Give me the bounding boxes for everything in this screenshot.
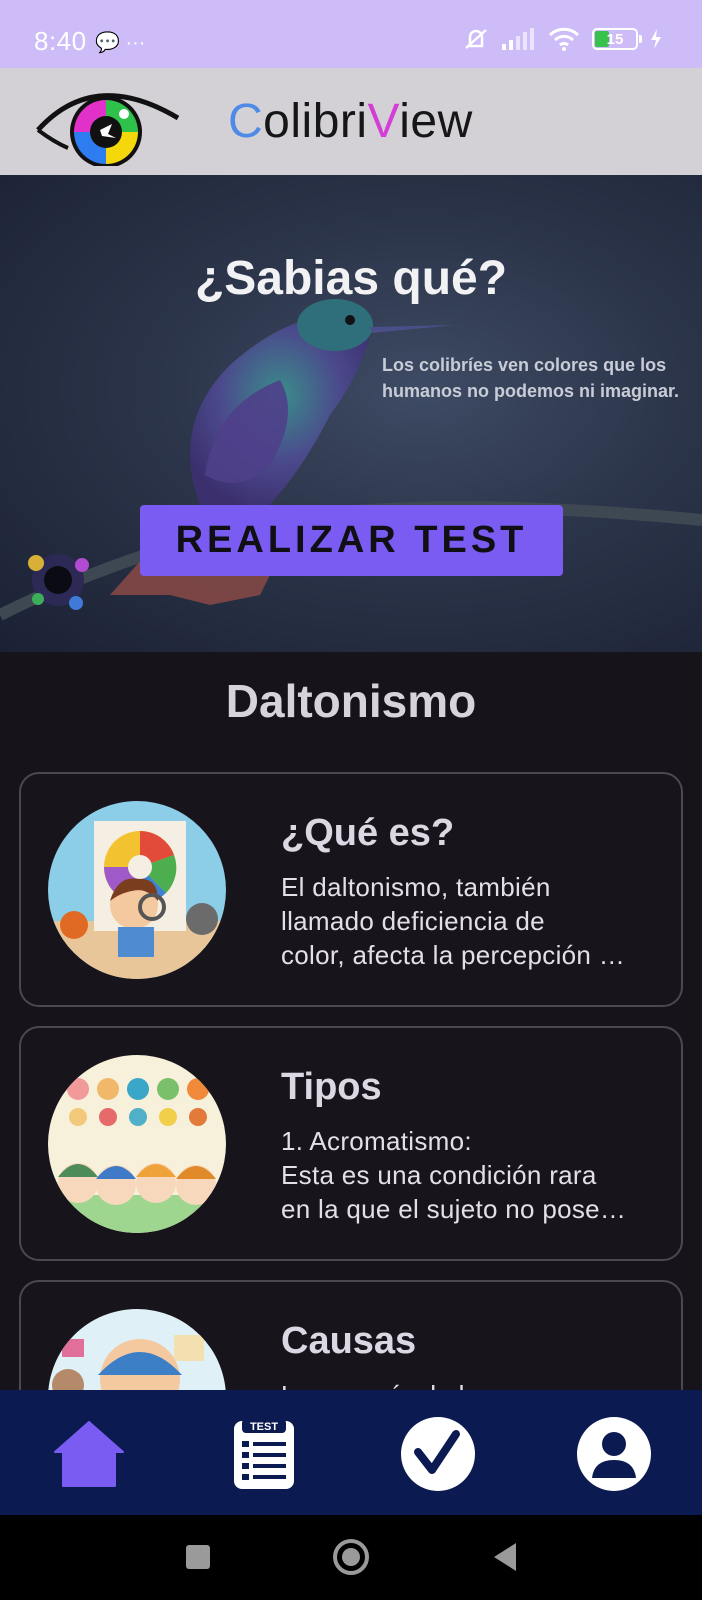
card-causes[interactable]: Causas La mayoría de las personas: [19, 1280, 683, 1390]
test-icon-label: TEST: [250, 1421, 278, 1433]
card-title: Causas: [281, 1320, 417, 1362]
card-list: ¿Qué es? El daltonismo, también llamado …: [0, 0, 702, 1390]
nav-results[interactable]: [400, 1416, 476, 1492]
card-types[interactable]: Tipos 1. Acromatismo: Esta es una condic…: [19, 1026, 683, 1261]
back-icon[interactable]: [486, 1537, 526, 1577]
card-title: Tipos: [281, 1066, 382, 1108]
home-button-icon[interactable]: [331, 1537, 371, 1577]
bottom-nav: TEST: [0, 1390, 702, 1515]
recent-apps-icon[interactable]: [178, 1537, 218, 1577]
nav-profile[interactable]: [576, 1416, 652, 1492]
check-icon: [401, 1417, 475, 1491]
card-title: ¿Qué es?: [281, 812, 455, 854]
card-body: El daltonismo, también llamado deficienc…: [281, 872, 625, 970]
nav-home[interactable]: [51, 1416, 127, 1492]
system-nav-bar: [0, 1515, 702, 1600]
card-body: 1. Acromatismo: Esta es una condición ra…: [281, 1126, 627, 1224]
home-icon: [54, 1421, 124, 1487]
test-icon: TEST: [234, 1419, 294, 1489]
nav-test[interactable]: TEST: [226, 1416, 302, 1492]
card-image-causes: [48, 1309, 226, 1390]
card-image-types: [48, 1055, 226, 1233]
card-image-what-is: [48, 801, 226, 979]
profile-icon: [577, 1417, 651, 1491]
card-what-is[interactable]: ¿Qué es? El daltonismo, también llamado …: [19, 772, 683, 1007]
card-body: La mayoría de las personas: [281, 1378, 661, 1390]
